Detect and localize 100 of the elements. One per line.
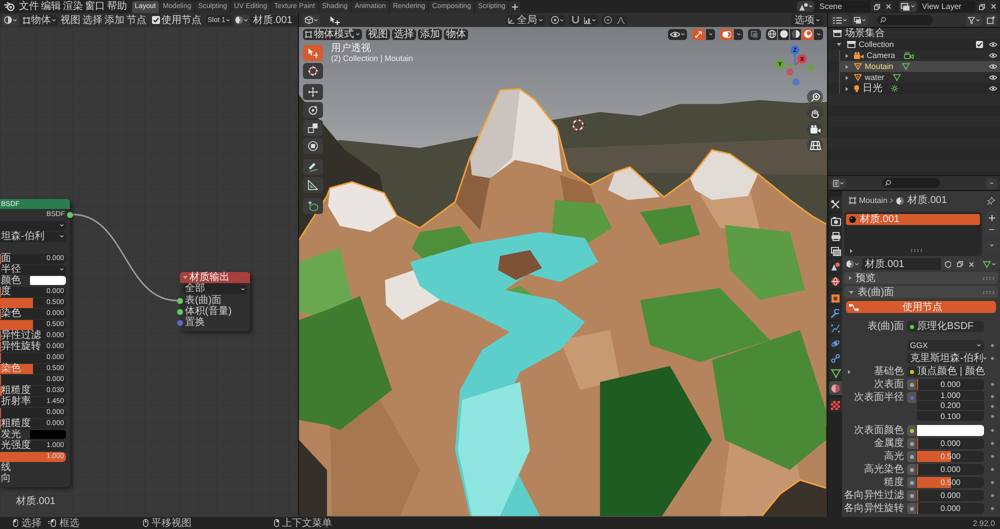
menu-item[interactable]: 窗口	[84, 1, 105, 12]
browse-button[interactable]	[899, 1, 917, 12]
decorator-dot-icon[interactable]	[990, 383, 994, 386]
popover-button[interactable]	[814, 28, 823, 40]
scene-field[interactable]: Scene	[816, 1, 870, 12]
orientation-dropdown[interactable]: 全局	[506, 14, 545, 26]
material-tab[interactable]	[829, 381, 842, 395]
linked-node-field[interactable]: 原理化BSDF	[907, 321, 984, 332]
color-swatch[interactable]	[30, 430, 66, 439]
snap-target-dropdown[interactable]	[582, 14, 598, 26]
panel-header[interactable]: 预览	[844, 272, 998, 284]
select-mode-button[interactable]	[328, 14, 342, 26]
value-slider[interactable]: 0.000	[917, 464, 984, 475]
socket-button[interactable]	[907, 438, 916, 449]
vector-component-field[interactable]: 0.200	[917, 401, 984, 411]
socket-button[interactable]	[907, 464, 916, 475]
menu-item[interactable]: 帮助	[106, 1, 127, 12]
shading-button[interactable]	[778, 28, 789, 40]
constraints-tab[interactable]	[829, 351, 842, 365]
expand-arrow-icon[interactable]	[848, 370, 851, 374]
decorator-dot-icon[interactable]	[990, 404, 994, 408]
search-field[interactable]	[882, 178, 940, 188]
menu-item[interactable]: 视图	[60, 14, 80, 26]
outliner-item[interactable]: water	[840, 72, 1000, 83]
outliner-item[interactable]: Moutain	[840, 61, 1000, 72]
close-button[interactable]	[883, 1, 894, 12]
value-slider[interactable]: 0.000	[917, 503, 984, 514]
menu-item[interactable]: 渲染	[62, 1, 83, 12]
socket-button[interactable]	[907, 379, 916, 390]
shading-button[interactable]	[790, 28, 801, 40]
input-socket-icon[interactable]	[177, 308, 183, 314]
view-layer-field[interactable]: View Layer	[919, 1, 975, 12]
decorator-dot-icon[interactable]	[990, 357, 994, 360]
material-browse-button[interactable]	[844, 258, 861, 270]
expand-arrow-icon[interactable]	[849, 290, 854, 294]
node-dropdown[interactable]: 坦森-伯利	[0, 232, 66, 242]
duplicate-button[interactable]	[976, 1, 987, 12]
falloff-button[interactable]	[615, 14, 628, 26]
expand-arrow-icon[interactable]	[845, 64, 849, 68]
outliner-item[interactable]: Camera	[840, 50, 1000, 61]
mode-dropdown[interactable]: 物体模式	[303, 28, 362, 40]
tree-item-label[interactable]: Collection	[858, 40, 894, 49]
display-mode-dropdown[interactable]	[831, 14, 848, 26]
vector-component-field[interactable]: 1.000	[917, 391, 984, 401]
modifiers-tab[interactable]	[829, 306, 842, 320]
decorator-dot-icon[interactable]	[990, 481, 994, 484]
color-swatch[interactable]	[917, 425, 984, 436]
render-tab[interactable]	[829, 214, 842, 228]
expand-arrow-icon[interactable]	[849, 276, 852, 280]
annotate-tool-button[interactable]	[303, 159, 323, 175]
menu-item[interactable]: 文件	[18, 1, 39, 12]
drag-grip-icon[interactable]	[983, 290, 994, 294]
object-tab[interactable]	[829, 291, 842, 305]
node-dropdown[interactable]: 半径	[0, 264, 66, 274]
duplicate-button[interactable]	[871, 1, 882, 12]
socket-button[interactable]	[907, 477, 916, 488]
input-socket-icon[interactable]	[177, 298, 183, 304]
texture-tab[interactable]	[829, 398, 842, 412]
options-button[interactable]	[986, 178, 997, 188]
expand-arrow-icon[interactable]	[845, 54, 849, 58]
object-type-dropdown[interactable]: 物体	[20, 14, 58, 26]
input-socket-icon[interactable]	[177, 320, 183, 326]
output-tab[interactable]	[829, 229, 842, 243]
transform-tool-button[interactable]	[303, 138, 323, 154]
material-browse-button[interactable]	[234, 14, 249, 26]
linked-node-field[interactable]: 顶点颜色 | 颜色	[907, 366, 984, 377]
fake-user-button[interactable]	[942, 258, 954, 270]
popover-button[interactable]	[706, 28, 715, 40]
logo-icon[interactable]	[4, 2, 15, 11]
measure-tool-button[interactable]	[303, 177, 323, 193]
axis-ball[interactable]	[775, 59, 785, 69]
checkbox[interactable]	[976, 41, 983, 48]
snap-button[interactable]	[569, 14, 582, 26]
eye-icon[interactable]	[988, 64, 997, 69]
axis-ball[interactable]	[790, 45, 800, 55]
value-slider[interactable]: 0.000	[917, 438, 984, 449]
3d-cursor-icon[interactable]	[571, 118, 585, 132]
expand-arrow-icon[interactable]	[836, 43, 842, 46]
expand-arrow-icon[interactable]	[845, 86, 849, 90]
color-swatch[interactable]	[30, 276, 66, 285]
menu-item[interactable]: 节点	[126, 14, 146, 26]
decorator-dot-icon[interactable]	[990, 429, 994, 432]
node-dropdown[interactable]: 全部	[183, 284, 247, 294]
editor-type-button[interactable]	[303, 14, 320, 26]
value-slider[interactable]: 0.000	[917, 490, 984, 501]
decorator-dot-icon[interactable]	[990, 507, 994, 510]
add-cube-tool-button[interactable]	[303, 198, 323, 214]
xray-toggle[interactable]	[748, 28, 761, 40]
proportional-editing-button[interactable]	[602, 14, 614, 26]
particles-tab[interactable]	[829, 321, 842, 335]
decorator-dot-icon[interactable]	[990, 468, 994, 471]
material-name-field[interactable]: 材质.001	[862, 258, 942, 270]
filter-popover-button[interactable]	[966, 14, 982, 26]
output-socket-icon[interactable]	[67, 212, 73, 218]
menu-item[interactable]: 添加	[104, 14, 124, 26]
socket-button[interactable]	[907, 425, 916, 436]
tool-tab[interactable]	[829, 197, 842, 211]
move-tool-button[interactable]	[303, 84, 323, 100]
scene-tab[interactable]	[829, 259, 842, 273]
value-slider[interactable]: 0.000	[917, 379, 984, 390]
